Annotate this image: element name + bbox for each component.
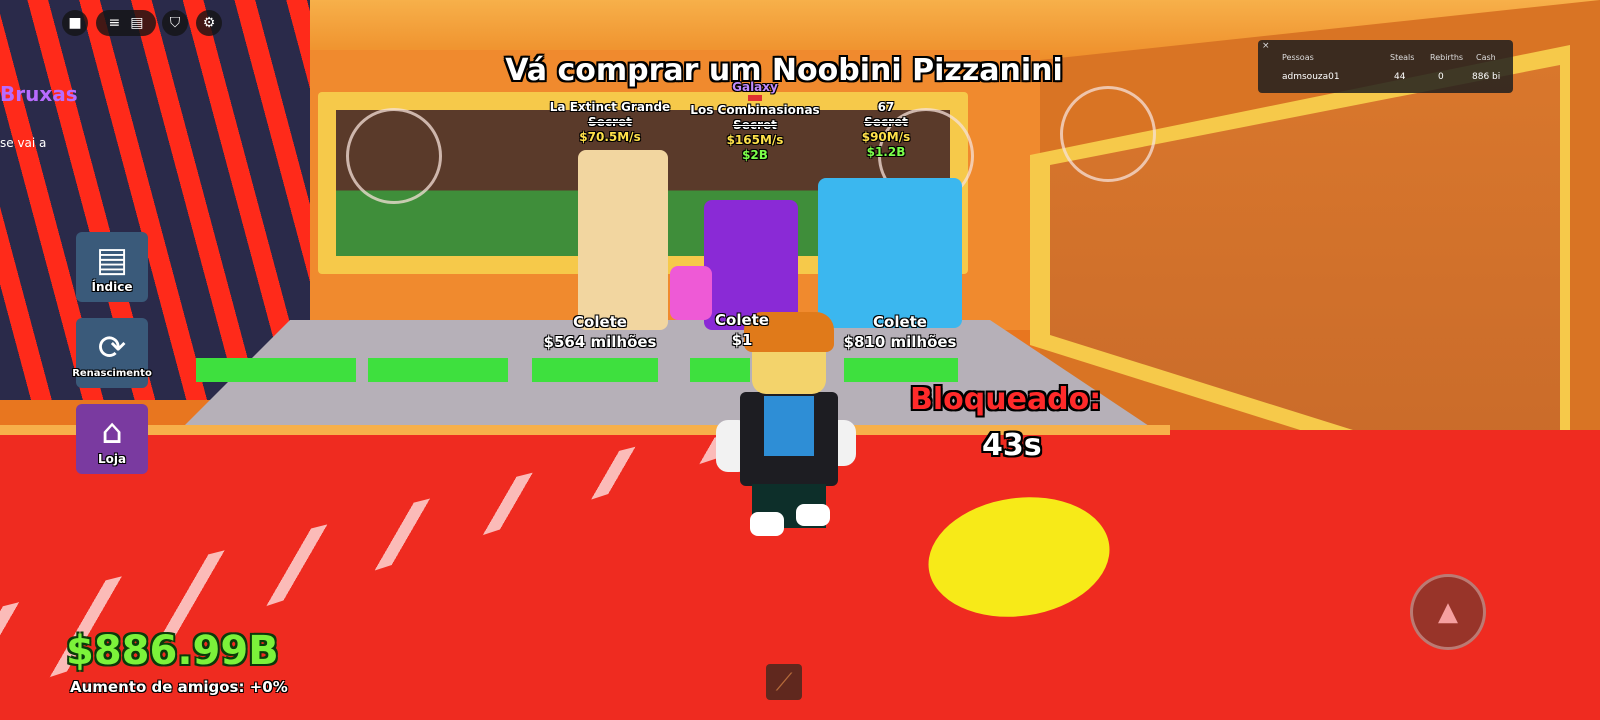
collect-title: Colete (715, 311, 769, 329)
leaderboard-steals: 44 (1394, 72, 1406, 82)
brainrot-price: $1.2B (866, 145, 906, 159)
brainrot-tag: 67 Secret $90M/s $1.2B (846, 100, 926, 160)
leaderboard[interactable]: × Pessoas Steals Rebirths Cash admsouza0… (1258, 40, 1513, 93)
leaderboard-header-rebirths: Rebirths (1430, 53, 1464, 62)
lock-label: Bloqueado: (910, 382, 1102, 417)
menu-chat-group: ≡ ▤ (96, 10, 156, 36)
mutation-flag-icon (748, 95, 762, 101)
brainrot-name: Los Combinasionas (690, 103, 820, 117)
money-counter: $886.99B (66, 628, 279, 674)
rebirth-label: Renascimento (72, 367, 152, 379)
brainrot-67[interactable] (818, 178, 962, 328)
friend-boost-label: Aumento de amigos: +0% (70, 678, 288, 696)
leaderboard-header-people: Pessoas (1282, 53, 1314, 62)
lock-timer: 43s (982, 428, 1042, 463)
tool-bat-icon: ⟋ (775, 668, 793, 696)
leaderboard-cash: 886 bi (1472, 72, 1501, 82)
brainrot-rate: $90M/s (861, 130, 911, 144)
collect-title: Colete (873, 313, 927, 331)
collect-pad[interactable] (196, 358, 356, 382)
brainrot-price: $2B (742, 148, 768, 162)
neighbor-base-sign-sub: se vai a (0, 136, 47, 150)
collect-pad[interactable] (532, 358, 658, 382)
settings-icon[interactable]: ⚙ (196, 10, 222, 36)
leaderboard-header-cash: Cash (1476, 53, 1496, 62)
shop-button[interactable]: ⌂ Loja (76, 404, 148, 474)
rebirth-button[interactable]: ⟳ Renascimento (72, 318, 152, 388)
brainrot-rate: $165M/s (726, 133, 784, 147)
player-shirt (764, 396, 814, 456)
brainrot-name: La Extinct Grande (549, 100, 671, 114)
spiderweb-icon (346, 108, 442, 204)
index-label: Índice (91, 280, 133, 294)
collect-amount: $810 milhões (843, 333, 957, 351)
player-foot (750, 512, 784, 536)
shop-label: Loja (97, 452, 127, 466)
collect-amount: $564 milhões (543, 333, 657, 351)
rebirth-icon: ⟳ (97, 327, 127, 368)
leaderboard-player-name: admsouza01 (1282, 72, 1340, 82)
chat-icon[interactable]: ▤ (130, 15, 143, 31)
menu-icon[interactable]: ≡ (109, 15, 121, 31)
roblox-logo-icon[interactable]: ■ (62, 10, 88, 36)
brainrot-pink-small[interactable] (670, 266, 712, 320)
shop-icon: ⌂ (101, 412, 123, 452)
brainrot-tag: Galaxy Los Combinasionas Secret $165M/s … (680, 80, 830, 163)
arrow-up-icon: ▲ (1438, 597, 1458, 627)
jump-button[interactable]: ▲ (1410, 574, 1486, 650)
collect-label: Colete $810 milhões (830, 312, 970, 352)
player-foot (796, 504, 830, 526)
collect-pad[interactable] (844, 358, 958, 382)
leaderboard-header-steals: Steals (1390, 53, 1415, 62)
collect-pad[interactable] (368, 358, 508, 382)
spiderweb-icon (1060, 86, 1156, 182)
collect-title: Colete (573, 313, 627, 331)
collect-pad[interactable] (690, 358, 750, 382)
brainrot-rarity: Secret (733, 118, 777, 132)
brainrot-name: 67 (877, 100, 895, 114)
brainrot-mutation: Galaxy (732, 80, 778, 94)
leaderboard-close-icon[interactable]: × (1262, 41, 1270, 51)
brainrot-tag: La Extinct Grande Secret $70.5M/s (540, 100, 680, 145)
hotbar-slot[interactable]: ⟋ (766, 664, 802, 700)
collect-label: Colete $564 milhões (530, 312, 670, 352)
brainrot-rarity: Secret (864, 115, 908, 129)
book-icon: ▤ (95, 240, 129, 280)
brainrot-rate: $70.5M/s (579, 130, 641, 144)
collect-amount: $1 (731, 331, 753, 349)
index-button[interactable]: ▤ Índice (76, 232, 148, 302)
collect-label: Colete $1 (712, 310, 772, 350)
neighbor-base-sign: Bruxas (0, 82, 78, 106)
backpack-icon[interactable]: ⛉ (162, 10, 188, 36)
leaderboard-rebirths: 0 (1438, 72, 1444, 82)
brainrot-rarity: Secret (588, 115, 632, 129)
brainrot-la-extinct-grande[interactable] (578, 150, 668, 330)
